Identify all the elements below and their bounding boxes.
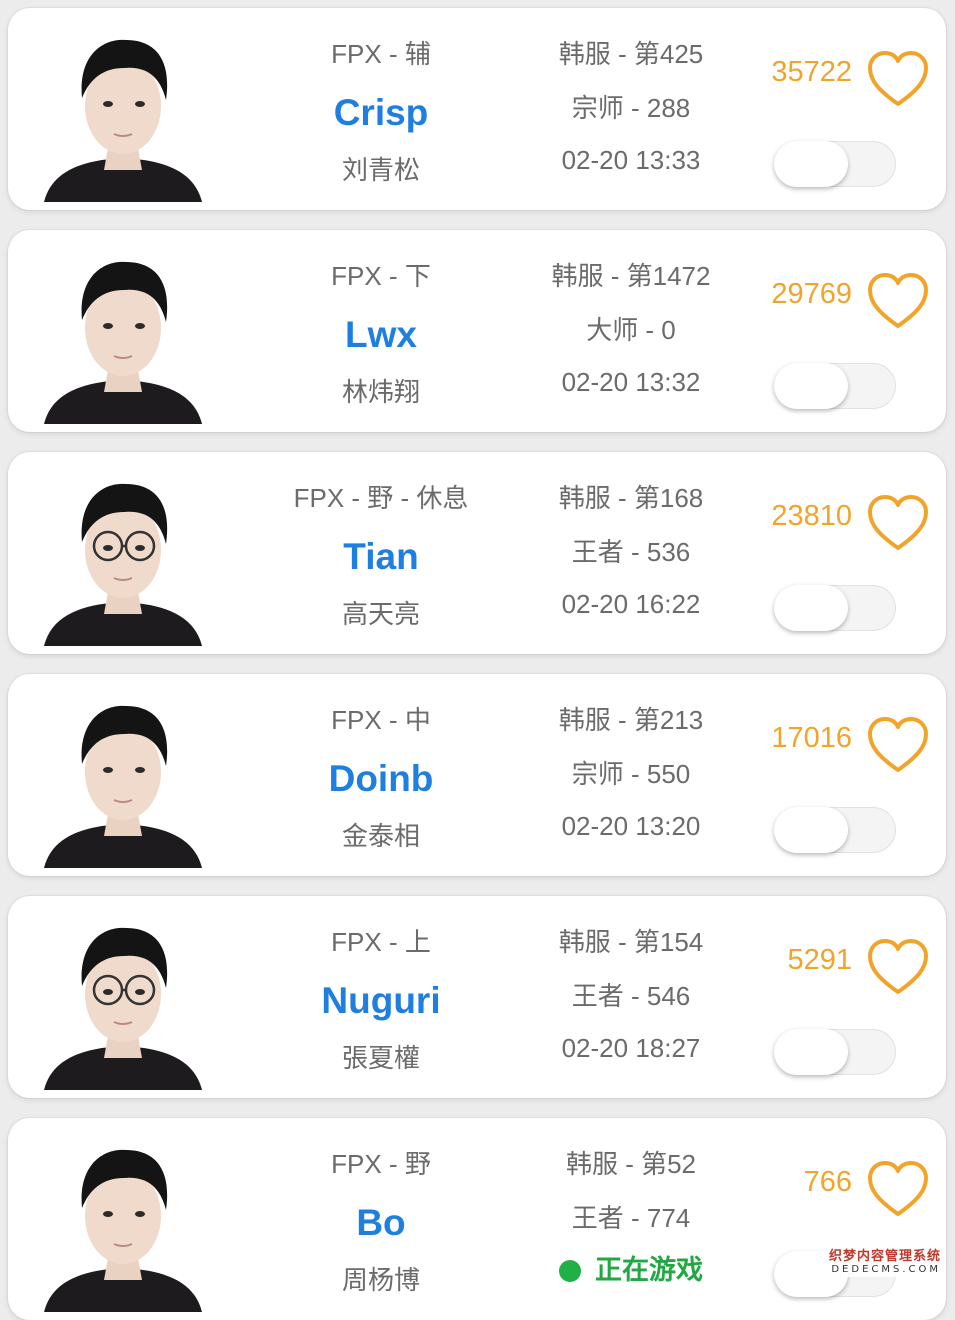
follow-toggle[interactable] xyxy=(774,141,896,187)
player-real-name: 周杨博 xyxy=(341,1265,420,1295)
player-real-name: 金泰相 xyxy=(341,821,420,851)
last-seen-time: 02-20 13:32 xyxy=(561,367,701,397)
like-count: 766 xyxy=(803,1166,852,1198)
tier-points: 大师 - 0 xyxy=(586,315,676,345)
status-playing: 正在游戏 xyxy=(516,1248,746,1287)
player-avatar xyxy=(34,20,212,202)
player-real-name: 張夏權 xyxy=(341,1043,420,1073)
toggle-knob xyxy=(774,1029,848,1075)
player-ign[interactable]: Crisp xyxy=(266,92,496,134)
follow-toggle[interactable] xyxy=(774,363,896,409)
toggle-knob xyxy=(774,141,848,187)
player-card[interactable]: FPX - 野 - 休息 Tian 高天亮 韩服 - 第168 王者 - 536 02-2… xyxy=(8,452,946,654)
player-ign[interactable]: Doinb xyxy=(266,758,496,800)
team-role: FPX - 中 xyxy=(331,705,431,735)
heart-icon[interactable] xyxy=(866,50,930,108)
player-ign[interactable]: Tian xyxy=(266,536,496,578)
player-avatar xyxy=(34,464,212,646)
tier-points: 王者 - 536 xyxy=(571,537,691,567)
tier-points: 宗师 - 288 xyxy=(571,93,691,123)
toggle-knob xyxy=(774,807,848,853)
player-avatar xyxy=(34,242,212,424)
tier-points: 宗师 - 550 xyxy=(571,759,691,789)
watermark-line2: DEDECMS.COM xyxy=(831,1264,941,1275)
like-count: 17016 xyxy=(771,722,852,754)
player-ign[interactable]: Lwx xyxy=(266,314,496,356)
player-real-name: 高天亮 xyxy=(341,599,420,629)
player-real-name: 林炜翔 xyxy=(341,377,420,407)
heart-icon[interactable] xyxy=(866,938,930,996)
heart-icon[interactable] xyxy=(866,494,930,552)
heart-icon[interactable] xyxy=(866,716,930,774)
watermark-line1: 织梦内容管理系统 xyxy=(828,1249,941,1264)
player-avatar xyxy=(34,908,212,1090)
heart-icon[interactable] xyxy=(866,1160,930,1218)
follow-toggle[interactable] xyxy=(774,1029,896,1075)
like-count: 23810 xyxy=(771,500,852,532)
player-rank-info: 韩服 - 第213 宗师 - 550 02-20 13:20 xyxy=(516,674,746,876)
player-identity: FPX - 辅 Crisp 刘青松 xyxy=(266,8,496,210)
player-card[interactable]: FPX - 上 Nuguri 張夏權 韩服 - 第154 王者 - 546 02-20 1… xyxy=(8,896,946,1098)
team-role: FPX - 辅 xyxy=(331,39,431,69)
follow-toggle[interactable] xyxy=(774,807,896,853)
player-identity: FPX - 中 Doinb 金泰相 xyxy=(266,674,496,876)
last-seen-time: 02-20 13:20 xyxy=(561,811,701,841)
online-dot-icon xyxy=(559,1260,581,1282)
player-rank-info: 韩服 - 第425 宗师 - 288 02-20 13:33 xyxy=(516,8,746,210)
toggle-knob xyxy=(774,585,848,631)
team-role: FPX - 下 xyxy=(331,261,431,291)
player-ign[interactable]: Bo xyxy=(266,1202,496,1244)
heart-icon[interactable] xyxy=(866,272,930,330)
player-rank-info: 韩服 - 第168 王者 - 536 02-20 16:22 xyxy=(516,452,746,654)
last-seen-time: 02-20 18:27 xyxy=(561,1033,701,1063)
player-card[interactable]: FPX - 下 Lwx 林炜翔 韩服 - 第1472 大师 - 0 02-20 13:32… xyxy=(8,230,946,432)
player-rank-info: 韩服 - 第1472 大师 - 0 02-20 13:32 xyxy=(516,230,746,432)
follow-toggle[interactable] xyxy=(774,585,896,631)
player-rank-info: 韩服 - 第52 王者 - 774 正在游戏 xyxy=(516,1118,746,1320)
player-rank-info: 韩服 - 第154 王者 - 546 02-20 18:27 xyxy=(516,896,746,1098)
like-count: 29769 xyxy=(771,278,852,310)
watermark: 织梦内容管理系统 DEDECMS.COM xyxy=(824,1243,945,1277)
last-seen-time: 02-20 13:33 xyxy=(561,145,701,175)
team-role: FPX - 野 - 休息 xyxy=(293,483,469,513)
player-card[interactable]: FPX - 辅 Crisp 刘青松 韩服 - 第425 宗师 - 288 02-20 13… xyxy=(8,8,946,210)
team-role: FPX - 上 xyxy=(331,927,431,957)
player-identity: FPX - 野 - 休息 Tian 高天亮 xyxy=(266,452,496,654)
player-identity: FPX - 上 Nuguri 張夏權 xyxy=(266,896,496,1098)
last-seen-time: 02-20 16:22 xyxy=(561,589,701,619)
team-role: FPX - 野 xyxy=(331,1149,431,1179)
player-card[interactable]: FPX - 中 Doinb 金泰相 韩服 - 第213 宗师 - 550 02-20 13… xyxy=(8,674,946,876)
player-real-name: 刘青松 xyxy=(341,155,420,185)
tier-points: 王者 - 774 xyxy=(571,1203,691,1233)
toggle-knob xyxy=(774,363,848,409)
player-ign[interactable]: Nuguri xyxy=(266,980,496,1022)
like-count: 35722 xyxy=(771,56,852,88)
like-count: 5291 xyxy=(787,944,852,976)
player-identity: FPX - 下 Lwx 林炜翔 xyxy=(266,230,496,432)
tier-points: 王者 - 546 xyxy=(571,981,691,1011)
player-avatar xyxy=(34,686,212,868)
player-identity: FPX - 野 Bo 周杨博 xyxy=(266,1118,496,1320)
status-label: 正在游戏 xyxy=(595,1255,703,1285)
player-card[interactable]: FPX - 野 Bo 周杨博 韩服 - 第52 王者 - 774 正在游戏 766 xyxy=(8,1118,946,1320)
